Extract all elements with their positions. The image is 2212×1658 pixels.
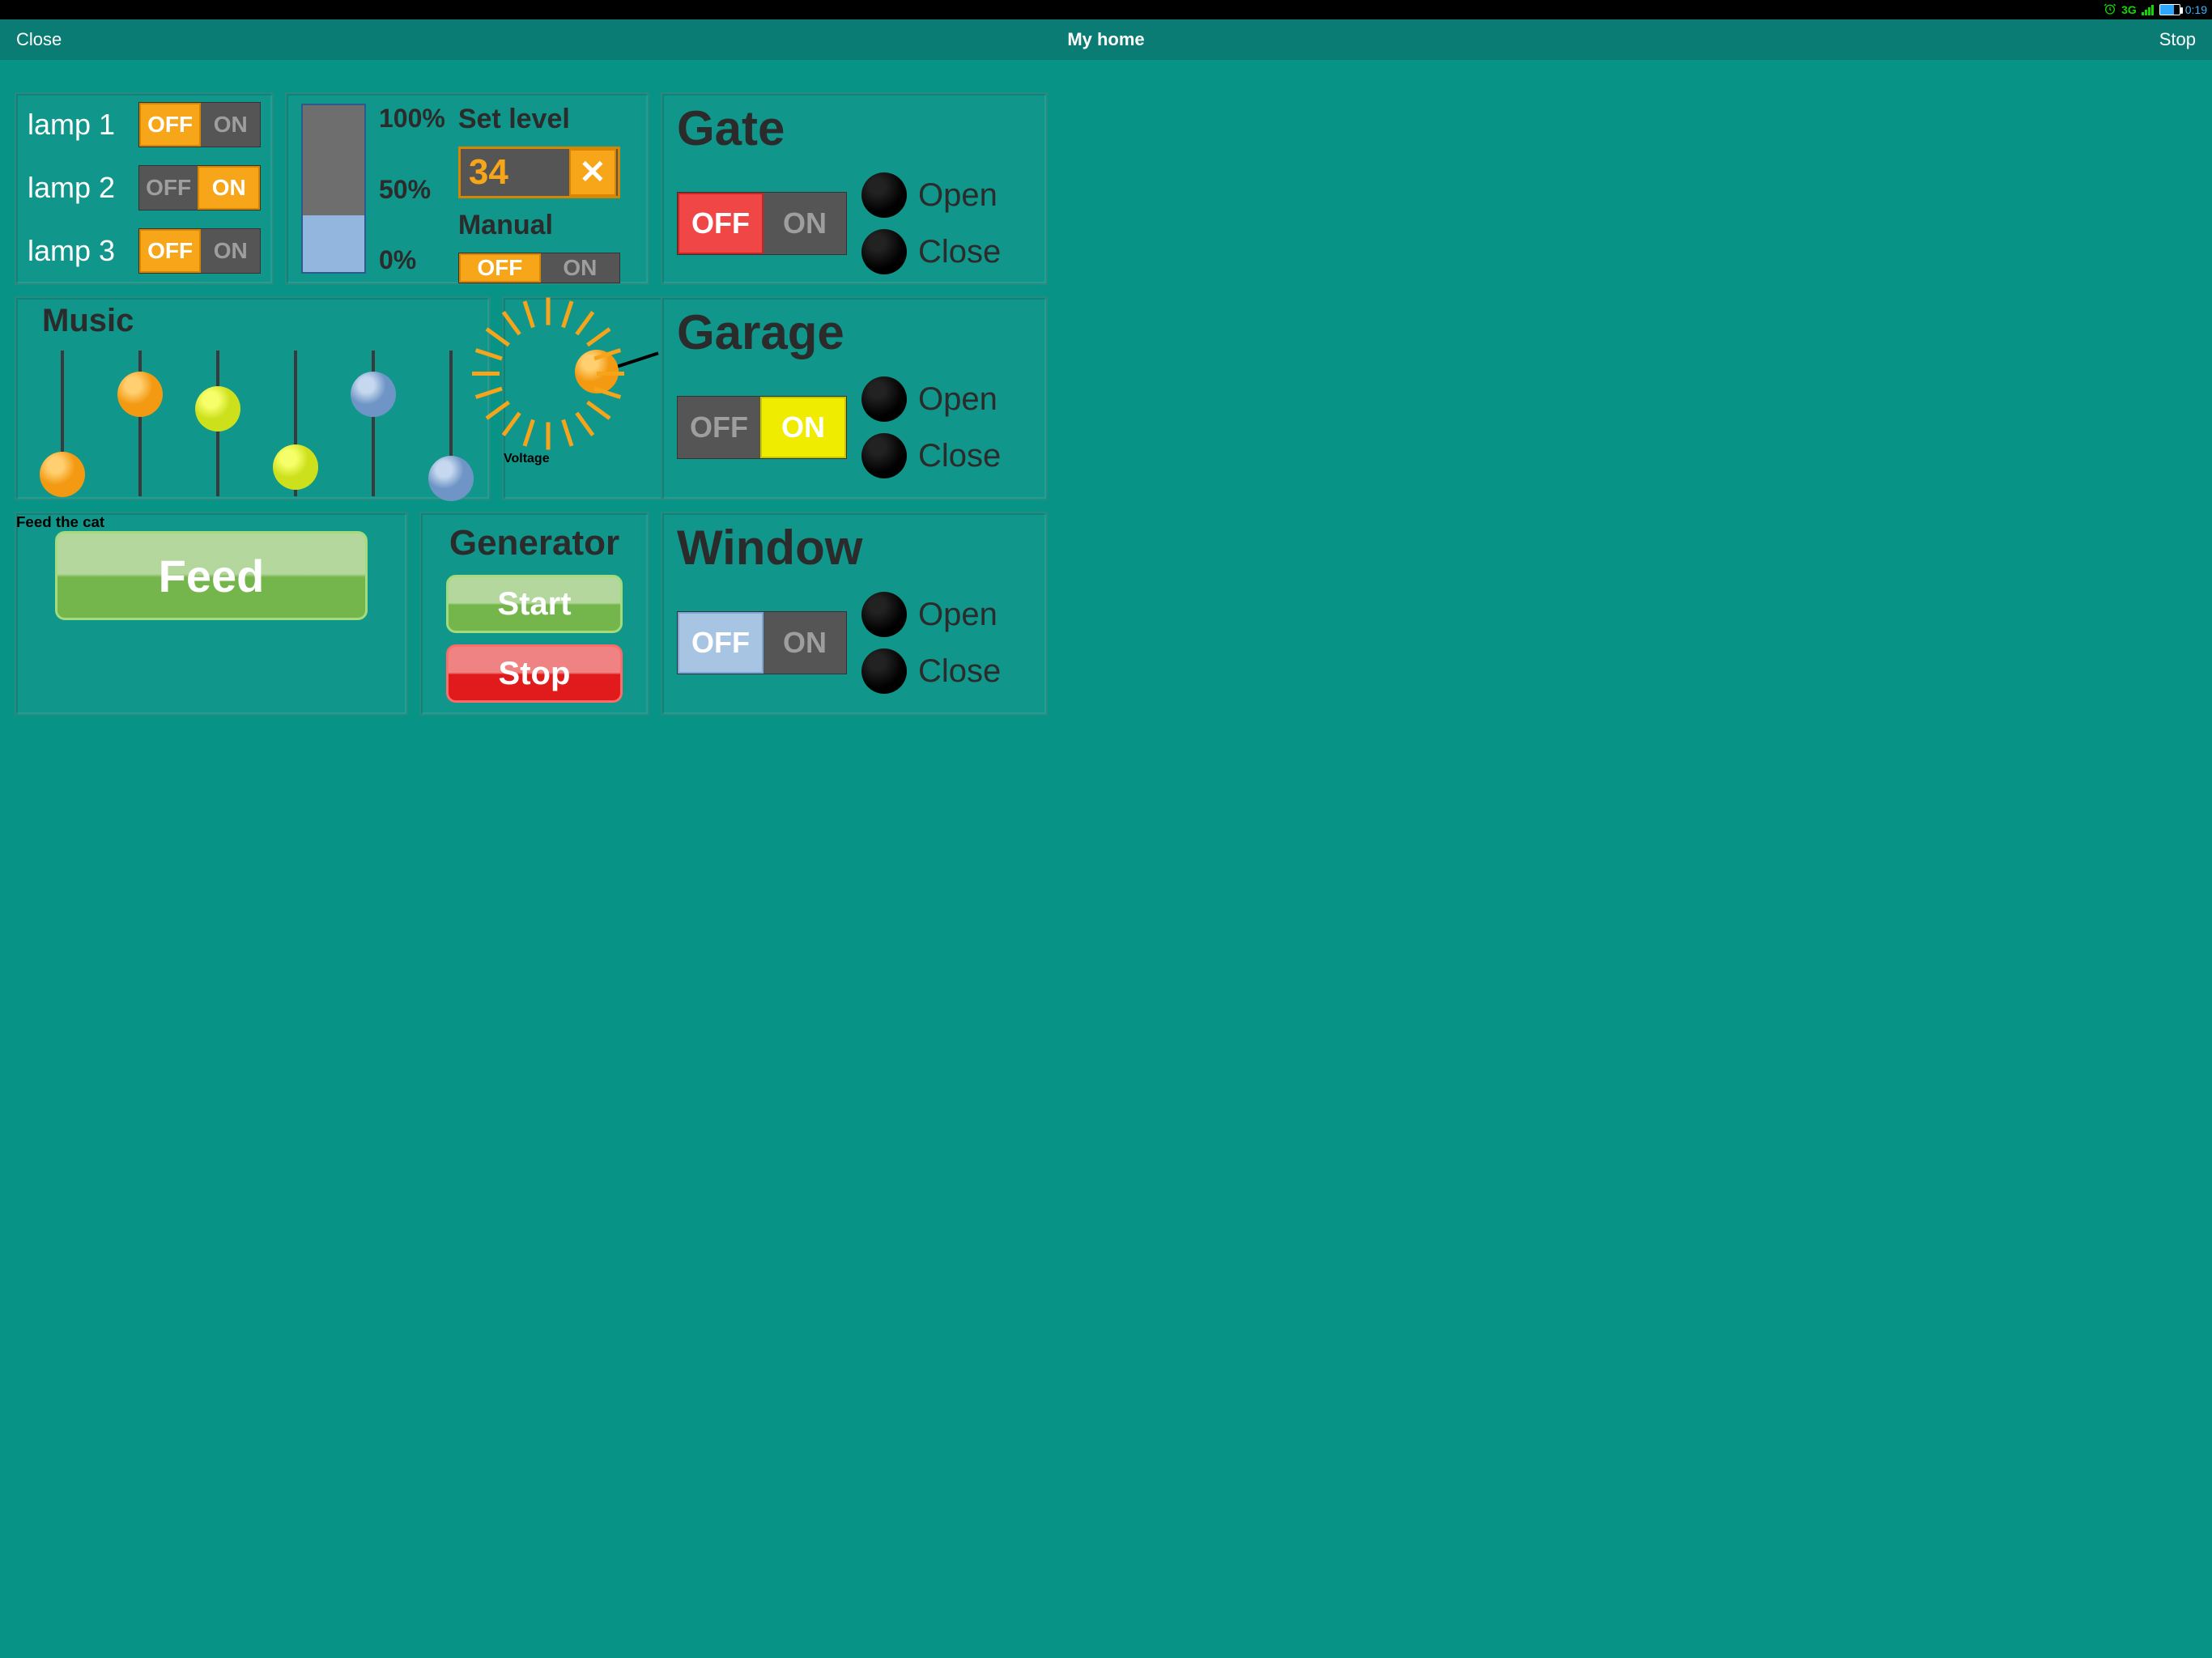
open-label: Open <box>918 177 998 214</box>
toggle-off: OFF <box>678 397 760 458</box>
gauge-tick <box>547 423 551 450</box>
generator-title: Generator <box>421 523 648 563</box>
status-clock: 0:19 <box>2185 3 2207 16</box>
level-bar[interactable] <box>301 104 366 274</box>
gate-close-led <box>861 229 907 274</box>
appbar-stop-button[interactable]: Stop <box>2159 29 2196 50</box>
gauge-tick <box>502 311 521 335</box>
garage-close-led <box>861 433 907 478</box>
toggle-on: ON <box>198 166 260 210</box>
appbar-title: My home <box>1067 29 1144 50</box>
manual-label: Manual <box>458 210 633 241</box>
gauge-tick <box>502 412 521 436</box>
gauge-tick <box>575 412 594 436</box>
lamp-label: lamp 2 <box>28 171 127 205</box>
gate-panel: Gate OFF ON Open Close <box>661 92 1048 285</box>
level-panel: 100% 50% 0% Set level 34 ✕ Manual OFF ON <box>285 92 649 285</box>
gate-toggle[interactable]: OFF ON <box>677 192 847 255</box>
window-panel: Window OFF ON Open Close <box>661 512 1048 716</box>
music-sliders <box>34 342 471 496</box>
toggle-off: OFF <box>459 253 541 283</box>
toggle-off: OFF <box>139 229 202 273</box>
scale-mark: 0% <box>379 245 445 275</box>
music-slider-1[interactable] <box>42 351 83 496</box>
android-status-bar: 3G 0:19 <box>0 0 2212 19</box>
battery-icon <box>2159 4 2180 15</box>
toggle-off: OFF <box>678 612 764 674</box>
toggle-off: OFF <box>139 166 198 210</box>
lamp3-toggle[interactable]: OFF ON <box>138 228 261 274</box>
alarm-icon <box>2104 2 2116 18</box>
gauge-tick <box>586 401 610 420</box>
garage-title: Garage <box>677 304 1032 360</box>
gate-title: Gate <box>677 100 1032 156</box>
window-close-led <box>861 648 907 694</box>
close-label: Close <box>918 653 1001 690</box>
gauge-tick <box>523 301 535 329</box>
music-slider-2[interactable] <box>120 351 160 496</box>
toggle-on: ON <box>541 253 619 283</box>
window-title: Window <box>677 520 1032 576</box>
toggle-on: ON <box>764 193 846 254</box>
window-toggle[interactable]: OFF ON <box>677 611 847 674</box>
generator-start-button[interactable]: Start <box>446 575 623 633</box>
close-label: Close <box>918 234 1001 270</box>
gauge-tick <box>597 372 624 376</box>
app-bar: Close My home Stop <box>0 19 2212 60</box>
set-level-value: 34 <box>461 152 568 193</box>
toggle-on: ON <box>201 103 260 147</box>
lamp-row: lamp 2 OFF ON <box>28 165 261 210</box>
gauge-tick <box>472 372 500 376</box>
gauge-tick <box>561 419 573 447</box>
scale-mark: 50% <box>379 175 445 205</box>
lamp-label: lamp 3 <box>28 234 127 268</box>
toggle-on: ON <box>760 397 846 458</box>
scale-mark: 100% <box>379 104 445 134</box>
level-scale: 100% 50% 0% <box>379 104 445 275</box>
garage-open-led <box>861 376 907 422</box>
music-slider-3[interactable] <box>198 351 238 496</box>
feed-panel: Feed the cat Feed <box>15 512 408 716</box>
clear-level-button[interactable]: ✕ <box>569 149 616 196</box>
appbar-close-button[interactable]: Close <box>16 29 62 50</box>
gauge-tick <box>575 311 594 335</box>
lamp-row: lamp 1 OFF ON <box>28 102 261 147</box>
generator-panel: Generator Start Stop <box>419 512 649 716</box>
gate-open-led <box>861 172 907 218</box>
gauge-tick <box>561 301 573 329</box>
toggle-off: OFF <box>678 193 764 254</box>
network-3g-label: 3G <box>2121 3 2137 16</box>
toggle-on: ON <box>201 229 260 273</box>
level-bar-fill <box>303 215 364 272</box>
toggle-off: OFF <box>139 103 202 147</box>
lamp1-toggle[interactable]: OFF ON <box>138 102 261 147</box>
lamp-label: lamp 1 <box>28 108 127 142</box>
garage-toggle[interactable]: OFF ON <box>677 396 847 459</box>
music-slider-5[interactable] <box>353 351 393 496</box>
music-title: Music <box>42 303 471 339</box>
set-level-label: Set level <box>458 104 633 135</box>
feed-button[interactable]: Feed <box>55 531 368 620</box>
feed-title: Feed the cat <box>16 513 406 531</box>
music-panel: Music <box>15 296 491 500</box>
music-slider-4[interactable] <box>275 351 316 496</box>
gauge-tick <box>523 419 535 447</box>
signal-icon <box>2142 4 2155 15</box>
set-level-input[interactable]: 34 ✕ <box>458 147 620 198</box>
garage-panel: Garage OFF ON Open Close <box>661 296 1048 500</box>
generator-stop-button[interactable]: Stop <box>446 644 623 703</box>
open-label: Open <box>918 597 998 633</box>
open-label: Open <box>918 381 998 418</box>
toggle-on: ON <box>764 612 846 674</box>
close-label: Close <box>918 438 1001 474</box>
lamp2-toggle[interactable]: OFF ON <box>138 165 261 210</box>
gauge-tick <box>586 327 610 346</box>
lamps-panel: lamp 1 OFF ON lamp 2 OFF ON lamp 3 OFF O… <box>15 92 274 285</box>
x-icon: ✕ <box>579 154 606 191</box>
music-slider-6[interactable] <box>431 351 471 496</box>
window-open-led <box>861 592 907 637</box>
gauge-tick <box>547 298 551 325</box>
lamp-row: lamp 3 OFF ON <box>28 228 261 274</box>
manual-toggle[interactable]: OFF ON <box>458 253 620 283</box>
